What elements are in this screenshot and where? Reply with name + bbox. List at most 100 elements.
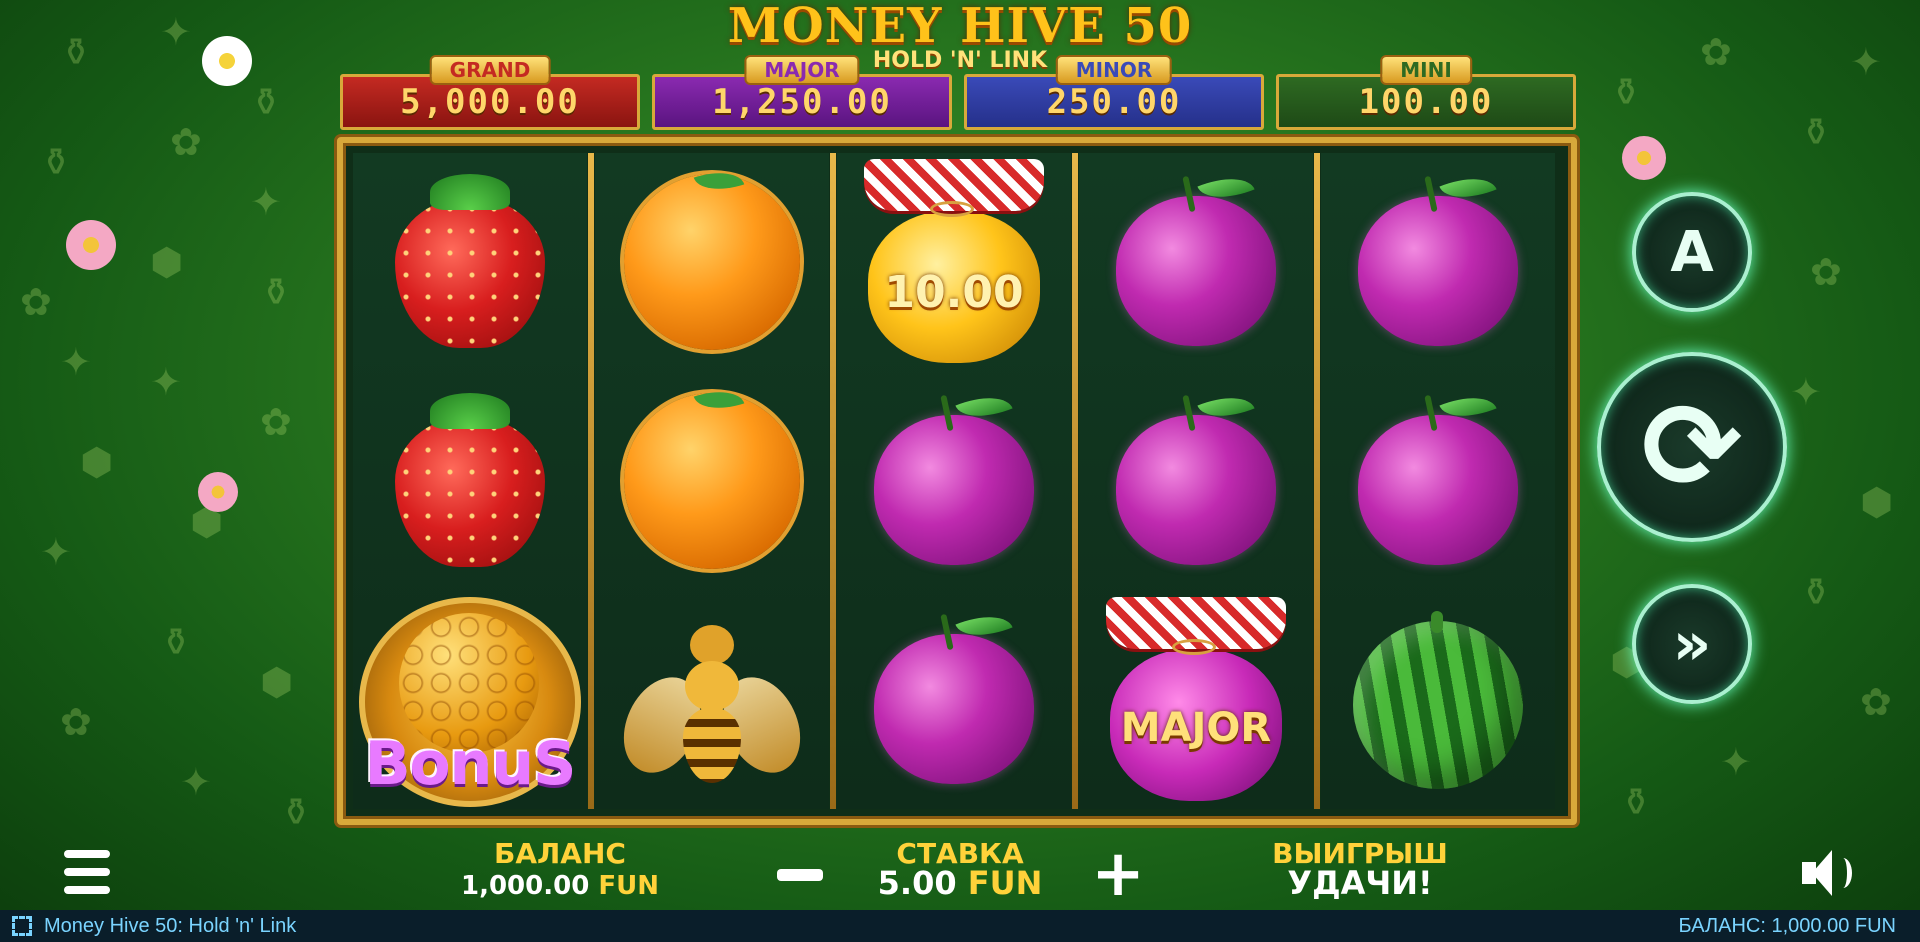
sound-button[interactable]: [1798, 848, 1856, 898]
reel-divider: [1314, 153, 1320, 809]
bee-icon: ✦: [180, 760, 212, 804]
reel-2-row-3: [595, 591, 829, 809]
fullscreen-icon[interactable]: [12, 916, 32, 936]
honey-jar-major-symbol: MAJOR: [1102, 597, 1290, 803]
balance-label: БАЛАНС: [494, 837, 626, 870]
honey-jar-value-symbol: 10.00: [860, 159, 1048, 365]
strawberry-symbol: [392, 174, 548, 350]
reel-1: BonuS: [353, 153, 587, 809]
honey-jar-value: 10.00: [884, 267, 1024, 318]
honey-pot-icon: ⚱: [250, 80, 282, 124]
reel-4-row-3: MAJOR: [1079, 591, 1313, 809]
bonus-symbol: BonuS: [357, 591, 583, 809]
autoplay-icon: A: [1670, 219, 1714, 285]
honey-pot-icon: ⚱: [280, 790, 312, 834]
honey-pot-icon: ⚱: [160, 620, 192, 664]
jackpot-grand-label: GRAND: [429, 55, 551, 85]
turbo-button[interactable]: »: [1632, 584, 1752, 704]
turbo-icon: »: [1672, 609, 1712, 679]
pink-flower-icon: [1622, 136, 1666, 180]
reel-divider: [830, 153, 836, 809]
jackpot-major: MAJOR 1,250.00: [652, 55, 952, 130]
plum-symbol: [1116, 386, 1276, 567]
pink-flower-icon: [66, 220, 116, 270]
reel-3-row-2: [837, 372, 1071, 590]
balance-value: 1,000.00 FUN: [440, 869, 680, 903]
reel-5-row-1: [1321, 153, 1555, 371]
jackpot-minor: MINOR 250.00: [964, 55, 1264, 130]
pink-flower-icon: [198, 472, 238, 512]
flower-icon: ✿: [170, 120, 202, 164]
bet-increase-button[interactable]: +: [1090, 842, 1146, 906]
bee-symbol: [609, 615, 815, 786]
reel-1-row-1: [353, 153, 587, 371]
bee-icon: ✦: [150, 360, 182, 404]
honey-pot-icon: ⚱: [40, 140, 72, 184]
reel-3-row-3: [837, 591, 1071, 809]
reel-5-row-2: [1321, 372, 1555, 590]
game-logo: MONEY HIVE 50: [0, 0, 1920, 52]
status-bar: Money Hive 50: Hold 'n' Link БАЛАНС: 1,0…: [0, 910, 1920, 942]
strawberry-symbol: [392, 393, 548, 569]
honey-pot-icon: ⚱: [1800, 110, 1832, 154]
bet-value: 5.00 FUN: [840, 866, 1080, 900]
reel-5-row-3: [1321, 591, 1555, 809]
reel-divider: [1072, 153, 1078, 809]
beehive-icon: ⬢: [150, 240, 184, 284]
reels-frame: BonuS 10.00 MAJOR: [337, 137, 1577, 825]
honey-pot-icon: ⚱: [1610, 70, 1642, 114]
honey-pot-icon: ⚱: [1620, 780, 1652, 824]
bee-icon: ✦: [60, 340, 92, 384]
bet-currency: FUN: [967, 864, 1043, 902]
flower-icon: ✿: [1860, 680, 1892, 724]
plum-symbol: [874, 386, 1034, 567]
spin-button[interactable]: ⟳: [1597, 352, 1787, 542]
menu-icon: [64, 850, 110, 858]
reel-4-row-1: [1079, 153, 1313, 371]
bee-icon: ✦: [250, 180, 282, 224]
jackpot-minor-label: MINOR: [1055, 55, 1173, 85]
reel-4-row-2: [1079, 372, 1313, 590]
reel-5: [1321, 153, 1555, 809]
reel-4: MAJOR: [1079, 153, 1313, 809]
plus-icon: +: [1091, 837, 1145, 911]
reel-2-row-1: [595, 153, 829, 371]
bee-icon: ✦: [40, 530, 72, 574]
bet-decrease-button[interactable]: [770, 850, 830, 900]
flower-icon: ✿: [260, 400, 292, 444]
bee-icon: ✦: [1720, 740, 1752, 784]
beehive-icon: ⬢: [80, 440, 114, 484]
plum-symbol: [1358, 167, 1518, 348]
autoplay-button[interactable]: A: [1632, 192, 1752, 312]
spin-icon: ⟳: [1641, 377, 1743, 517]
honey-jar-major-label: MAJOR: [1120, 705, 1272, 751]
watermelon-symbol: [1353, 611, 1523, 789]
reel-2: [595, 153, 829, 809]
menu-button[interactable]: [64, 850, 110, 894]
orange-symbol: [624, 163, 800, 350]
reel-2-row-2: [595, 372, 829, 590]
bet-amount: 5.00: [877, 864, 957, 902]
plum-symbol: [874, 605, 1034, 786]
balance-currency: FUN: [598, 871, 659, 901]
orange-symbol: [624, 382, 800, 569]
jackpot-mini: MINI 100.00: [1276, 55, 1576, 130]
status-game-name: Money Hive 50: Hold 'n' Link: [44, 914, 297, 937]
flower-icon: ✿: [20, 280, 52, 324]
honey-pot-icon: ⚱: [1800, 570, 1832, 614]
flower-icon: ✿: [60, 700, 92, 744]
bonus-symbol-label: BonuS: [364, 729, 577, 799]
win-message: УДАЧИ!: [1287, 864, 1433, 902]
beehive-icon: ⬢: [1860, 480, 1894, 524]
reel-3-row-1: 10.00: [837, 153, 1071, 371]
beehive-icon: ⬢: [260, 660, 294, 704]
jackpot-major-label: MAJOR: [744, 55, 860, 85]
reel-3: 10.00: [837, 153, 1071, 809]
plum-symbol: [1358, 386, 1518, 567]
status-balance: БАЛАНС: 1,000.00 FUN: [1678, 914, 1896, 937]
jackpot-mini-label: MINI: [1380, 55, 1472, 85]
bee-icon: ✦: [1790, 370, 1822, 414]
flower-icon: ✿: [1810, 250, 1842, 294]
jackpot-grand: GRAND 5,000.00: [340, 55, 640, 130]
reel-1-row-2: [353, 372, 587, 590]
